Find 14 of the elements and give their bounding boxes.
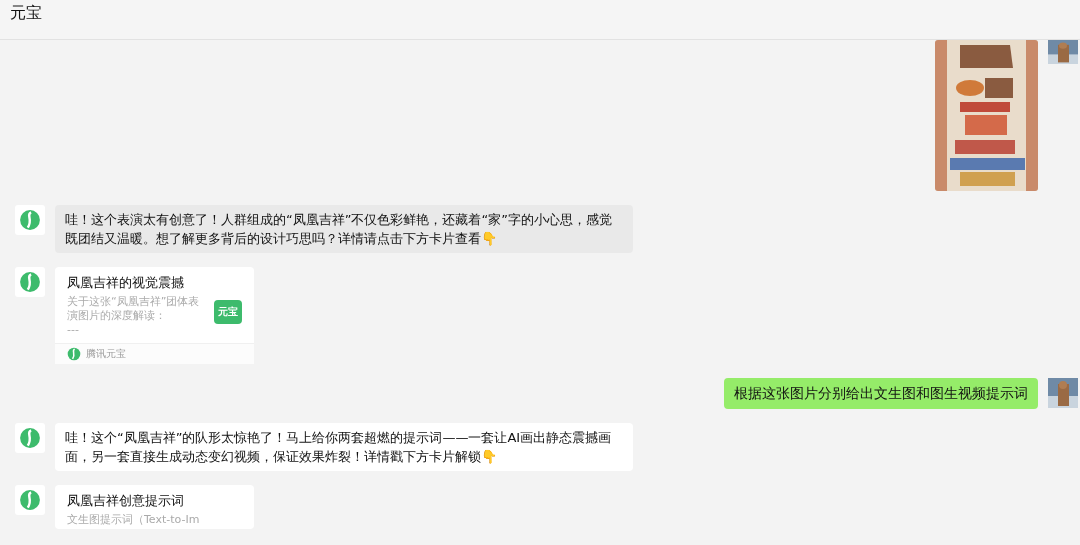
card-source: 腾讯元宝 xyxy=(86,347,126,361)
card-description: --- xyxy=(67,323,80,337)
message-bubble: 根据这张图片分别给出文生图和图生视频提示词 xyxy=(724,378,1038,409)
window-title: 元宝 xyxy=(10,3,42,24)
card-title: 凤凰吉祥创意提示词 xyxy=(67,492,185,510)
card-description: 关于这张“凤凰吉祥”团体表演图片的深度解读： xyxy=(67,295,201,323)
card-title: 凤凰吉祥的视觉震撼 xyxy=(67,274,185,292)
logo-icon xyxy=(67,347,81,361)
card-thumbnail: 元宝 xyxy=(214,300,242,324)
message-bubble: 哇！这个表演太有创意了！人群组成的“凤凰吉祥”不仅色彩鲜艳，还藏着“家”字的小心思，感觉既团结又温暖。想了解更多背后的设计巧思吗？详情请点击下方卡片查看👇 xyxy=(55,205,633,253)
card-description: 文生图提示词（Text-to-Im xyxy=(67,513,201,527)
message-bubble: 哇！这个“凤凰吉祥”的队形太惊艳了！马上给你两套超燃的提示词——一套让AI画出静态震撼画面，另一套直接生成动态变幻视频，保证效果炸裂！详情戳下方卡片解锁👇 xyxy=(55,423,633,471)
link-card[interactable]: 凤凰吉祥的视觉震撼 关于这张“凤凰吉祥”团体表演图片的深度解读： --- 元宝 腾讯元宝 xyxy=(55,267,254,364)
link-card[interactable]: 凤凰吉祥创意提示词 文生图提示词（Text-to-Im xyxy=(55,485,254,529)
